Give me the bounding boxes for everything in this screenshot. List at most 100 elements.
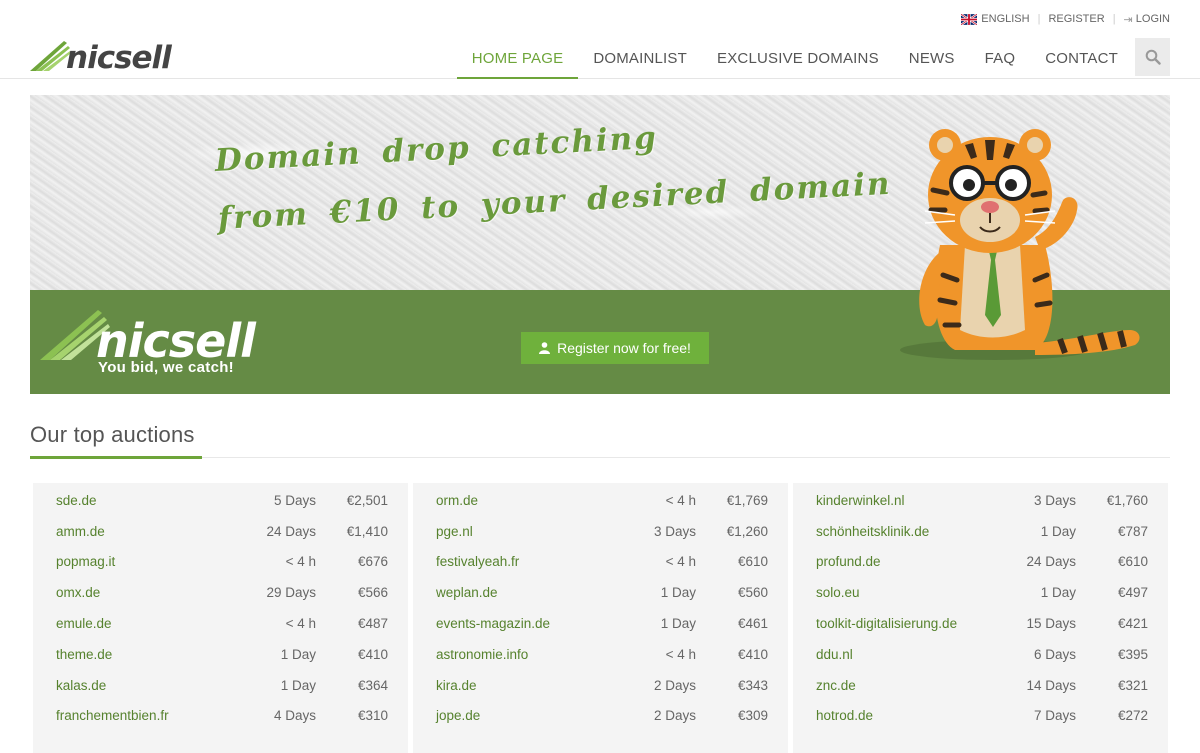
auction-domain-link[interactable]: popmag.it — [56, 554, 226, 569]
auction-domain-link[interactable]: kira.de — [436, 678, 606, 693]
auction-time-left: < 4 h — [665, 554, 696, 570]
auction-row[interactable]: profund.de 24 Days €610 — [793, 547, 1168, 578]
auction-row[interactable]: orm.de < 4 h €1,769 — [413, 485, 788, 516]
auction-row[interactable]: omx.de 29 Days €566 — [33, 577, 408, 608]
auction-row[interactable]: hotrod.de 7 Days €272 — [793, 701, 1168, 732]
auction-price: €461 — [737, 616, 768, 632]
auction-time-left: 24 Days — [1026, 554, 1076, 570]
auction-row[interactable]: emule.de < 4 h €487 — [33, 608, 408, 639]
auction-time-left: 2 Days — [653, 677, 696, 693]
auction-time-left: 1 Day — [280, 646, 316, 662]
auction-time-left: 5 Days — [273, 492, 316, 508]
language-selector[interactable]: ENGLISH — [961, 13, 1030, 25]
auction-domain-link[interactable]: ddu.nl — [816, 647, 986, 662]
auction-price: €310 — [357, 708, 388, 724]
auction-domain-link[interactable]: omx.de — [56, 585, 226, 600]
auction-row[interactable]: sde.de 5 Days €2,501 — [33, 485, 408, 516]
auction-domain-link[interactable]: theme.de — [56, 647, 226, 662]
auction-row[interactable]: kira.de 2 Days €343 — [413, 670, 788, 701]
register-link[interactable]: REGISTER — [1048, 13, 1104, 25]
auction-time-left: 7 Days — [1033, 708, 1076, 724]
nav-domainlist[interactable]: DOMAINLIST — [578, 38, 702, 79]
nicsell-logo[interactable]: nicsell — [30, 38, 180, 74]
auction-row[interactable]: kinderwinkel.nl 3 Days €1,760 — [793, 485, 1168, 516]
auction-row[interactable]: amm.de 24 Days €1,410 — [33, 516, 408, 547]
auction-row[interactable]: franchementbien.fr 4 Days €310 — [33, 701, 408, 732]
auction-domain-link[interactable]: hotrod.de — [816, 708, 986, 723]
nav-home-page[interactable]: HOME PAGE — [456, 38, 579, 79]
auction-domain-link[interactable]: schönheitsklinik.de — [816, 524, 986, 539]
nav-exclusive-domains[interactable]: EXCLUSIVE DOMAINS — [702, 38, 894, 79]
auction-price: €560 — [737, 585, 768, 601]
nav-contact[interactable]: CONTACT — [1030, 38, 1133, 79]
auction-price: €497 — [1117, 585, 1148, 601]
auction-row[interactable]: kalas.de 1 Day €364 — [33, 670, 408, 701]
auction-domain-link[interactable]: kinderwinkel.nl — [816, 493, 986, 508]
auction-price: €395 — [1117, 646, 1148, 662]
nav-faq[interactable]: FAQ — [970, 38, 1031, 79]
auction-time-left: 4 Days — [273, 708, 316, 724]
auction-row[interactable]: astronomie.info < 4 h €410 — [413, 639, 788, 670]
auction-domain-link[interactable]: astronomie.info — [436, 647, 606, 662]
search-button[interactable] — [1135, 38, 1170, 76]
divider: | — [1037, 13, 1041, 25]
auction-row[interactable]: jope.de 2 Days €309 — [413, 701, 788, 732]
top-utility-bar: ENGLISH | REGISTER | ⇥ LOGIN — [961, 12, 1170, 26]
auction-time-left: 1 Day — [660, 585, 696, 601]
auction-domain-link[interactable]: festivalyeah.fr — [436, 554, 606, 569]
auction-domain-link[interactable]: kalas.de — [56, 678, 226, 693]
auction-time-left: 2 Days — [653, 708, 696, 724]
auction-time-left: 3 Days — [1033, 492, 1076, 508]
auction-column-3: kinderwinkel.nl 3 Days €1,760 schönheitskli… — [793, 483, 1168, 753]
login-link[interactable]: ⇥ LOGIN — [1124, 13, 1170, 26]
auction-domain-link[interactable]: orm.de — [436, 493, 606, 508]
auction-price: €421 — [1117, 616, 1148, 632]
auction-time-left: < 4 h — [665, 492, 696, 508]
auction-price: €410 — [357, 646, 388, 662]
auction-row[interactable]: pge.nl 3 Days €1,260 — [413, 516, 788, 547]
auction-row[interactable]: ddu.nl 6 Days €395 — [793, 639, 1168, 670]
auction-row[interactable]: festivalyeah.fr < 4 h €610 — [413, 547, 788, 578]
auction-row[interactable]: popmag.it < 4 h €676 — [33, 547, 408, 578]
auction-row[interactable]: weplan.de 1 Day €560 — [413, 577, 788, 608]
main-navigation: HOME PAGE DOMAINLIST EXCLUSIVE DOMAINS N… — [456, 38, 1170, 79]
auction-row[interactable]: schönheitsklinik.de 1 Day €787 — [793, 516, 1168, 547]
auction-price: €610 — [737, 554, 768, 570]
auction-domain-link[interactable]: solo.eu — [816, 585, 986, 600]
auction-domain-link[interactable]: events-magazin.de — [436, 616, 606, 631]
auction-time-left: 1 Day — [1040, 585, 1076, 601]
auction-price: €487 — [357, 616, 388, 632]
register-now-button[interactable]: Register now for free! — [521, 332, 709, 364]
auction-price: €1,260 — [726, 523, 768, 539]
auction-domain-link[interactable]: profund.de — [816, 554, 986, 569]
auction-time-left: < 4 h — [285, 616, 316, 632]
auction-row[interactable]: solo.eu 1 Day €497 — [793, 577, 1168, 608]
auction-domain-link[interactable]: emule.de — [56, 616, 226, 631]
auction-price: €272 — [1117, 708, 1148, 724]
auction-domain-link[interactable]: jope.de — [436, 708, 606, 723]
auction-price: €566 — [357, 585, 388, 601]
auction-domain-link[interactable]: toolkit-digitalisierung.de — [816, 616, 986, 631]
auction-price: €787 — [1117, 523, 1148, 539]
auction-price: €676 — [357, 554, 388, 570]
auction-price: €1,769 — [726, 492, 768, 508]
auction-time-left: < 4 h — [285, 554, 316, 570]
auction-domain-link[interactable]: amm.de — [56, 524, 226, 539]
auction-domain-link[interactable]: weplan.de — [436, 585, 606, 600]
auction-time-left: 1 Day — [1040, 523, 1076, 539]
auction-time-left: 1 Day — [280, 677, 316, 693]
auction-domain-link[interactable]: pge.nl — [436, 524, 606, 539]
nav-news[interactable]: NEWS — [894, 38, 970, 79]
auction-price: €321 — [1117, 677, 1148, 693]
auction-domain-link[interactable]: franchementbien.fr — [56, 708, 226, 723]
auction-row[interactable]: events-magazin.de 1 Day €461 — [413, 608, 788, 639]
auction-row[interactable]: theme.de 1 Day €410 — [33, 639, 408, 670]
divider: | — [1112, 13, 1116, 25]
auction-row[interactable]: toolkit-digitalisierung.de 15 Days €421 — [793, 608, 1168, 639]
auction-time-left: 24 Days — [266, 523, 316, 539]
auction-domain-link[interactable]: znc.de — [816, 678, 986, 693]
auction-price: €343 — [737, 677, 768, 693]
auction-row[interactable]: znc.de 14 Days €321 — [793, 670, 1168, 701]
auction-time-left: 29 Days — [266, 585, 316, 601]
auction-domain-link[interactable]: sde.de — [56, 493, 226, 508]
